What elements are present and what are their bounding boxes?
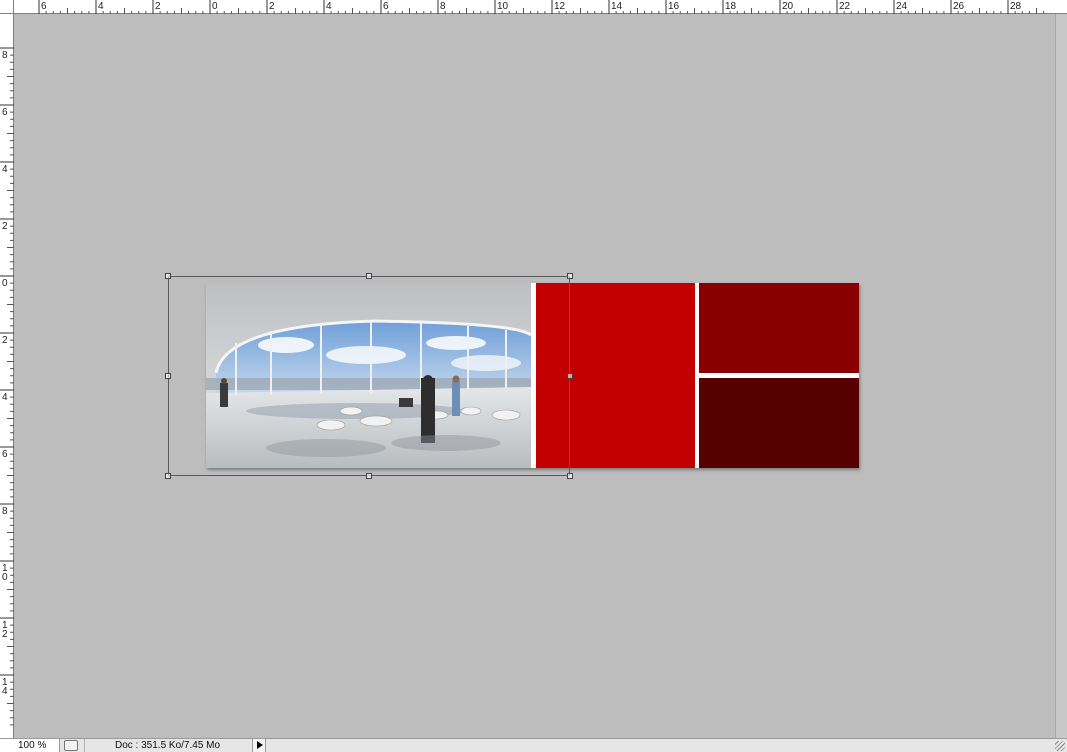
ruler-label: 20 [782,1,794,12]
ruler-label: 8 [2,50,8,61]
ruler-label: 0 [2,572,8,583]
handle-top-left[interactable] [165,273,171,279]
ruler-label: 10 [497,1,509,12]
ruler-label: 22 [839,1,851,12]
status-bar: 100 % Doc : 351.5 Ko/7.45 Mo [0,738,1067,752]
handle-top-middle[interactable] [366,273,372,279]
ruler-label: 2 [2,221,8,232]
handle-bottom-left[interactable] [165,473,171,479]
document-size-info: Doc : 351.5 Ko/7.45 Mo [84,739,250,752]
triangle-right-icon[interactable] [252,739,266,752]
ruler-label: 6 [383,1,389,12]
ruler-label: 2 [2,335,8,346]
ruler-label: 0 [2,278,8,289]
ruler-label: 16 [668,1,680,12]
ruler-label: 6 [2,107,8,118]
vertical-scroll-track[interactable] [1055,14,1067,738]
dark-red-top-block[interactable] [699,283,859,373]
darkest-red-bottom-block[interactable] [699,378,859,468]
ruler-label: 8 [440,1,446,12]
ruler-label: 0 [212,1,218,12]
vertical-ruler[interactable]: 864202468101214 [0,14,14,738]
ruler-label: 4 [2,392,8,403]
handle-bottom-middle[interactable] [366,473,372,479]
resize-grip-icon[interactable] [1055,741,1065,751]
ruler-label: 4 [98,1,104,12]
ruler-label: 6 [41,1,47,12]
ruler-label: 2 [155,1,161,12]
horizontal-ruler[interactable]: 6 4 2 0 2 4 6 8 10 12 14 16 18 20 22 24 26 28 [0,0,1067,14]
ruler-label: 18 [725,1,737,12]
horizontal-ruler-ticks: 6 4 2 0 2 4 6 8 10 12 14 16 18 20 22 24 26 28 [38,0,1045,14]
ruler-label: 24 [896,1,908,12]
ruler-label: 26 [953,1,965,12]
handle-top-right[interactable] [567,273,573,279]
ruler-label: 28 [1010,1,1022,12]
vertical-ruler-ticks: 864202468101214 [0,47,14,726]
ruler-label: 2 [2,629,8,640]
ruler-label: 4 [2,686,8,697]
handle-middle-left[interactable] [165,373,171,379]
ruler-label: 4 [2,164,8,175]
handle-bottom-right[interactable] [567,473,573,479]
ruler-origin[interactable] [0,0,14,14]
ruler-label: 12 [554,1,566,12]
ruler-label: 2 [269,1,275,12]
transform-bounding-box[interactable] [168,276,570,476]
zoom-level-field[interactable]: 100 % [0,739,60,752]
ruler-label: 8 [2,506,8,517]
ruler-label: 14 [611,1,623,12]
handle-middle-right[interactable] [567,373,573,379]
ruler-label: 4 [326,1,332,12]
ruler-label: 6 [2,449,8,460]
document-status-icon[interactable] [64,740,78,751]
